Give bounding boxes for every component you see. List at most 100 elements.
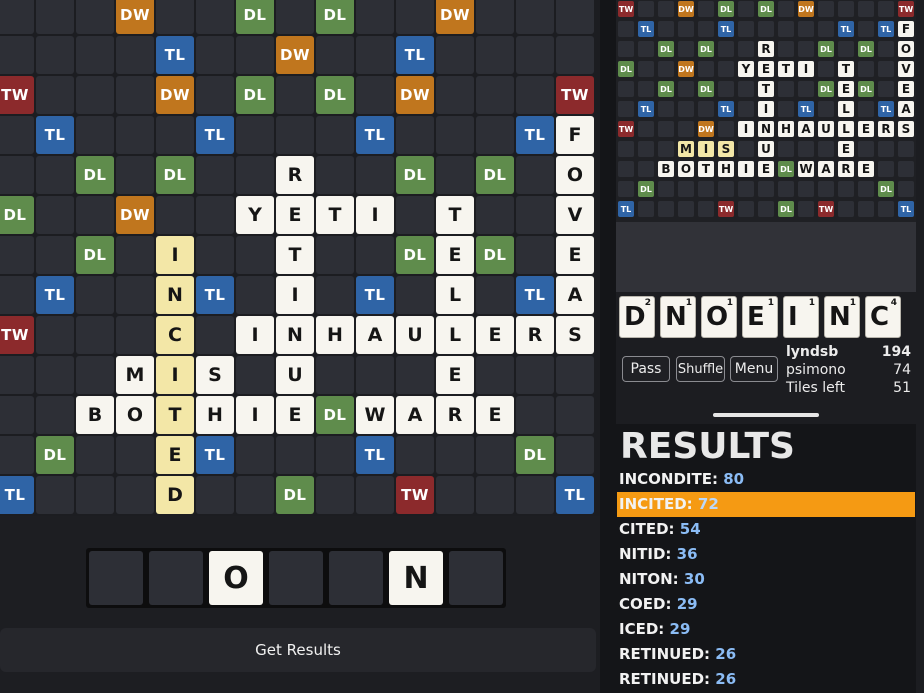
premium-square-tw[interactable]: TW xyxy=(396,476,434,514)
rack-tile[interactable]: D2 xyxy=(619,296,655,338)
board-tile[interactable]: H xyxy=(316,316,354,354)
letter-input-slot[interactable] xyxy=(329,551,383,605)
letter-input-slot[interactable] xyxy=(149,551,203,605)
result-item[interactable]: NITID: 36 xyxy=(617,542,915,567)
board-cell[interactable] xyxy=(436,36,474,74)
board-cell[interactable] xyxy=(276,436,314,474)
board-cell[interactable] xyxy=(356,236,394,274)
board-tile[interactable]: R xyxy=(276,156,314,194)
premium-square-dl[interactable]: DL xyxy=(396,236,434,274)
premium-square-dl[interactable]: DL xyxy=(476,156,514,194)
board-cell[interactable] xyxy=(476,196,514,234)
board-cell[interactable] xyxy=(276,76,314,114)
premium-square-dl[interactable]: DL xyxy=(236,76,274,114)
board-cell[interactable] xyxy=(316,116,354,154)
board-cell[interactable] xyxy=(556,396,594,434)
board-cell[interactable] xyxy=(516,0,554,34)
board-cell[interactable] xyxy=(196,76,234,114)
board-tile[interactable]: O xyxy=(556,156,594,194)
letter-input-slot[interactable]: N xyxy=(389,551,443,605)
board-cell[interactable] xyxy=(356,0,394,34)
premium-square-dl[interactable]: DL xyxy=(0,196,34,234)
shuffle-button[interactable]: Shuffle xyxy=(676,356,725,382)
board-cell[interactable] xyxy=(156,116,194,154)
board-tile[interactable]: I xyxy=(156,356,194,394)
board-tile[interactable]: I xyxy=(156,236,194,274)
rack-tile[interactable]: C4 xyxy=(865,296,901,338)
premium-square-dw[interactable]: DW xyxy=(116,0,154,34)
premium-square-dw[interactable]: DW xyxy=(276,36,314,74)
board-cell[interactable] xyxy=(396,276,434,314)
board-cell[interactable] xyxy=(476,476,514,514)
board-cell[interactable] xyxy=(36,316,74,354)
result-item[interactable]: COED: 29 xyxy=(617,592,915,617)
premium-square-tl[interactable]: TL xyxy=(556,476,594,514)
board-cell[interactable] xyxy=(76,436,114,474)
board-tile[interactable]: I xyxy=(236,316,274,354)
board-cell[interactable] xyxy=(316,356,354,394)
result-item[interactable]: CITED: 54 xyxy=(617,517,915,542)
board-cell[interactable] xyxy=(356,476,394,514)
rack-tile[interactable]: N1 xyxy=(824,296,860,338)
board-cell[interactable] xyxy=(196,36,234,74)
board-cell[interactable] xyxy=(236,36,274,74)
board-cell[interactable] xyxy=(516,396,554,434)
board-tile[interactable]: A xyxy=(556,276,594,314)
premium-square-dl[interactable]: DL xyxy=(396,156,434,194)
board-cell[interactable] xyxy=(116,476,154,514)
premium-square-tl[interactable]: TL xyxy=(396,36,434,74)
board-cell[interactable] xyxy=(156,196,194,234)
premium-square-tw[interactable]: TW xyxy=(0,76,34,114)
board-tile[interactable]: E xyxy=(556,236,594,274)
board-cell[interactable] xyxy=(36,36,74,74)
board-cell[interactable] xyxy=(36,196,74,234)
rack-tile[interactable]: N1 xyxy=(660,296,696,338)
board-cell[interactable] xyxy=(476,356,514,394)
board-cell[interactable] xyxy=(236,436,274,474)
board-cell[interactable] xyxy=(516,36,554,74)
board-cell[interactable] xyxy=(356,156,394,194)
result-item[interactable]: INCITED: 72 xyxy=(617,492,915,517)
board-tile[interactable]: N xyxy=(276,316,314,354)
board-cell[interactable] xyxy=(556,36,594,74)
result-item[interactable]: RETINUED: 26 xyxy=(617,642,915,667)
board-tile[interactable]: T xyxy=(436,196,474,234)
board-tile[interactable]: E xyxy=(276,396,314,434)
result-item[interactable]: RETINUED: 26 xyxy=(617,667,915,692)
board-cell[interactable] xyxy=(436,116,474,154)
board-cell[interactable] xyxy=(356,356,394,394)
board-cell[interactable] xyxy=(556,436,594,474)
board-cell[interactable] xyxy=(36,356,74,394)
board-tile[interactable]: R xyxy=(436,396,474,434)
result-item[interactable]: ICED: 29 xyxy=(617,617,915,642)
board-cell[interactable] xyxy=(396,196,434,234)
premium-square-dw[interactable]: DW xyxy=(436,0,474,34)
premium-square-tl[interactable]: TL xyxy=(516,276,554,314)
board-cell[interactable] xyxy=(556,0,594,34)
board-cell[interactable] xyxy=(196,156,234,194)
board-cell[interactable] xyxy=(516,476,554,514)
board-cell[interactable] xyxy=(116,436,154,474)
board-cell[interactable] xyxy=(516,356,554,394)
board-cell[interactable] xyxy=(476,116,514,154)
board-tile[interactable]: R xyxy=(516,316,554,354)
board-cell[interactable] xyxy=(236,156,274,194)
board-tile[interactable]: L xyxy=(436,316,474,354)
board-cell[interactable] xyxy=(76,356,114,394)
board-cell[interactable] xyxy=(76,476,114,514)
board-tile[interactable]: A xyxy=(356,316,394,354)
board-tile[interactable]: C xyxy=(156,316,194,354)
board-tile[interactable]: T xyxy=(156,396,194,434)
pass-button[interactable]: Pass xyxy=(622,356,670,382)
board-cell[interactable] xyxy=(276,0,314,34)
board-cell[interactable] xyxy=(36,476,74,514)
board-cell[interactable] xyxy=(236,116,274,154)
board-tile[interactable]: W xyxy=(356,396,394,434)
board-tile[interactable]: E xyxy=(276,196,314,234)
board-cell[interactable] xyxy=(236,276,274,314)
rack-tile[interactable]: I1 xyxy=(783,296,819,338)
board-tile[interactable]: E xyxy=(436,236,474,274)
letter-input-slot[interactable] xyxy=(449,551,503,605)
premium-square-dl[interactable]: DL xyxy=(476,236,514,274)
board-tile[interactable]: N xyxy=(156,276,194,314)
